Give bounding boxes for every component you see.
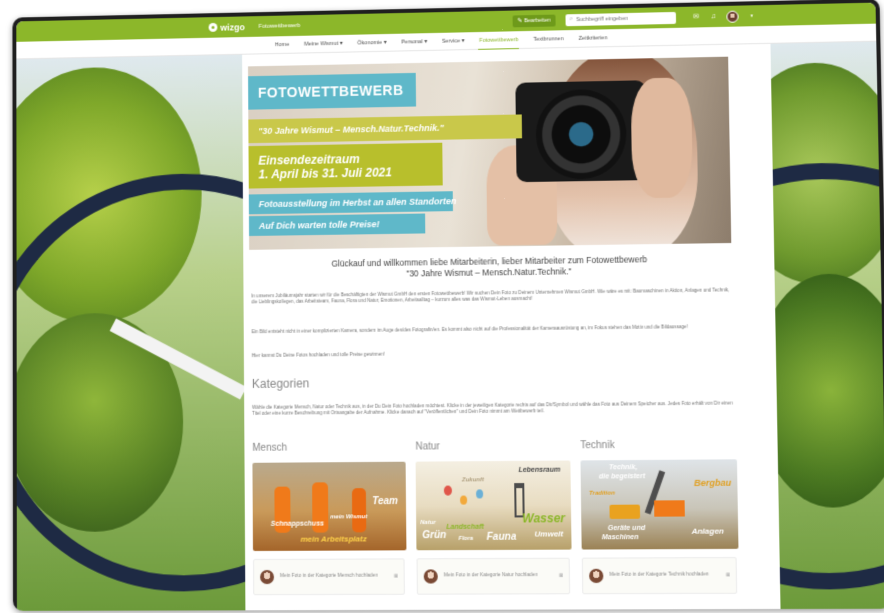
edit-button-label: Bearbeiten: [523, 17, 551, 24]
search-icon: ⌕: [569, 16, 573, 23]
banner-hand-right: [630, 77, 693, 199]
card-word: mein Wismut: [330, 514, 368, 521]
nav-item-textbrunnen[interactable]: Textbrunnen: [532, 30, 564, 49]
search-input[interactable]: [575, 14, 672, 23]
card-word: Schnappschuss: [270, 520, 325, 528]
card-word: Team: [372, 495, 399, 508]
page-content: FOTOWETTBEWERB "30 Jahre Wismut – Mensch…: [242, 43, 781, 611]
nav-item-service[interactable]: Service ▾: [441, 32, 466, 50]
logo[interactable]: wizgo: [208, 21, 245, 33]
categories-heading: Kategorien: [251, 376, 310, 391]
site-name[interactable]: Fotowettbewerb: [259, 23, 301, 30]
edit-button[interactable]: ✎ Bearbeiten: [512, 14, 556, 27]
card-word: Anlagen: [691, 526, 724, 536]
camera-icon[interactable]: ◙: [726, 572, 730, 578]
banner-subtitle: "30 Jahre Wismut – Mensch.Natur.Technik.…: [248, 114, 523, 144]
excavator-body: [654, 500, 685, 517]
card-word: Zukunft: [461, 477, 484, 484]
browser-screen: wizgo Fotowettbewerb ✎ Bearbeiten ⌕ ✉ ♫ …: [16, 2, 884, 611]
topbar-icons: ✉ ♫ ▾: [692, 10, 756, 23]
upload-mensch-label: Mein Foto in der Kategorie Mensch hochla…: [279, 573, 378, 580]
upload-natur-button[interactable]: Mein Foto in der Kategorie Natur hochlad…: [416, 557, 571, 595]
avatar: [260, 569, 275, 585]
card-word: Umwelt: [534, 529, 564, 539]
category-title-technik: Technik: [580, 439, 615, 452]
nav-item-personal[interactable]: Personal ▾: [400, 33, 428, 51]
truck-icon: [609, 504, 641, 519]
banner-prizes: Auf Dich warten tolle Preise!: [248, 213, 426, 237]
card-word: Landschaft: [446, 523, 484, 531]
category-card-natur[interactable]: Lebensraum Zukunft Wasser Natur Landscha…: [415, 460, 572, 551]
balloon-icon: [460, 495, 468, 505]
card-image-mensch: Team Schnappschuss mein Wismut mein Arbe…: [252, 462, 406, 551]
nav-item-fotowettbewerb[interactable]: Fotowettbewerb: [478, 30, 520, 50]
card-word: Maschinen: [601, 534, 639, 542]
avatar: [589, 568, 604, 584]
card-word: Technik,: [608, 464, 638, 472]
bell-icon[interactable]: ♫: [709, 13, 717, 21]
user-avatar[interactable]: [726, 10, 739, 23]
intro-paragraph-1: In unserem Jubiläumsjahr starten wir für…: [251, 287, 730, 305]
category-title-mensch: Mensch: [252, 442, 288, 454]
nav-item-zeitkriterien[interactable]: Zeitkriterien: [577, 29, 608, 48]
intro-paragraph-3: Hier kannst Du Deine Fotos hochladen und…: [251, 351, 385, 359]
upload-technik-label: Mein Foto in der Kategorie Technik hochl…: [609, 572, 709, 578]
card-word: Tradition: [588, 490, 615, 497]
pencil-icon: ✎: [517, 17, 523, 24]
laptop-frame: wizgo Fotowettbewerb ✎ Bearbeiten ⌕ ✉ ♫ …: [12, 0, 884, 611]
nav-item-home[interactable]: Home: [274, 36, 291, 54]
card-word: Geräte und: [607, 524, 646, 533]
upload-natur-label: Mein Foto in der Kategorie Natur hochlad…: [443, 573, 538, 579]
chevron-down-icon[interactable]: ▾: [748, 12, 756, 20]
card-image-technik: Technik, die begeistert Bergbau Traditio…: [580, 459, 738, 549]
banner-period: Einsendezeitraum 1. April bis 31. Juli 2…: [248, 142, 443, 189]
banner-period-dates: 1. April bis 31. Juli 2021: [258, 164, 392, 181]
category-title-natur: Natur: [415, 441, 440, 453]
intro-paragraph-2: Ein Bild entsteht nicht in einer kompliz…: [251, 324, 688, 335]
chat-icon[interactable]: ✉: [692, 13, 700, 21]
category-card-mensch[interactable]: Team Schnappschuss mein Wismut mein Arbe…: [252, 461, 407, 551]
card-word: Fauna: [486, 531, 517, 543]
search-box[interactable]: ⌕: [565, 11, 677, 26]
banner-title: FOTOWETTBEWERB: [248, 72, 417, 110]
nav-item-meine-wismut[interactable]: Meine Wismut ▾: [303, 34, 344, 53]
banner-exhibition: Fotoausstellung im Herbst an allen Stand…: [248, 191, 456, 215]
logo-text: wizgo: [220, 21, 245, 33]
welcome-heading: Glückauf und willkommen liebe Mitarbeite…: [243, 253, 738, 282]
card-word: Lebensraum: [518, 466, 561, 474]
avatar: [423, 569, 438, 584]
card-word: Flora: [458, 535, 474, 542]
category-card-technik[interactable]: Technik, die begeistert Bergbau Traditio…: [580, 459, 739, 550]
card-word: Wasser: [522, 511, 566, 526]
nav-item-oekonomie[interactable]: Ökonomie ▾: [356, 33, 387, 51]
card-image-natur: Lebensraum Zukunft Wasser Natur Landscha…: [416, 461, 572, 551]
contest-banner: FOTOWETTBEWERB "30 Jahre Wismut – Mensch…: [248, 56, 732, 250]
upload-mensch-button[interactable]: Mein Foto in der Kategorie Mensch hochla…: [253, 558, 405, 596]
card-word: Grün: [422, 529, 447, 542]
balloon-icon: [443, 485, 452, 496]
card-word: mein Arbeitsplatz: [300, 534, 367, 544]
worker-figure: [351, 488, 367, 533]
balloon-icon: [476, 489, 484, 499]
camera-icon[interactable]: ◙: [394, 574, 398, 580]
camera-icon[interactable]: ◙: [559, 573, 563, 579]
card-word: die begeistert: [598, 473, 646, 481]
categories-description: Wähle die Kategorie Mensch, Natur oder T…: [252, 400, 733, 417]
card-word: Bergbau: [693, 477, 732, 489]
logo-icon: [208, 22, 218, 32]
card-word: Natur: [420, 519, 436, 527]
upload-technik-button[interactable]: Mein Foto in der Kategorie Technik hochl…: [581, 557, 738, 595]
